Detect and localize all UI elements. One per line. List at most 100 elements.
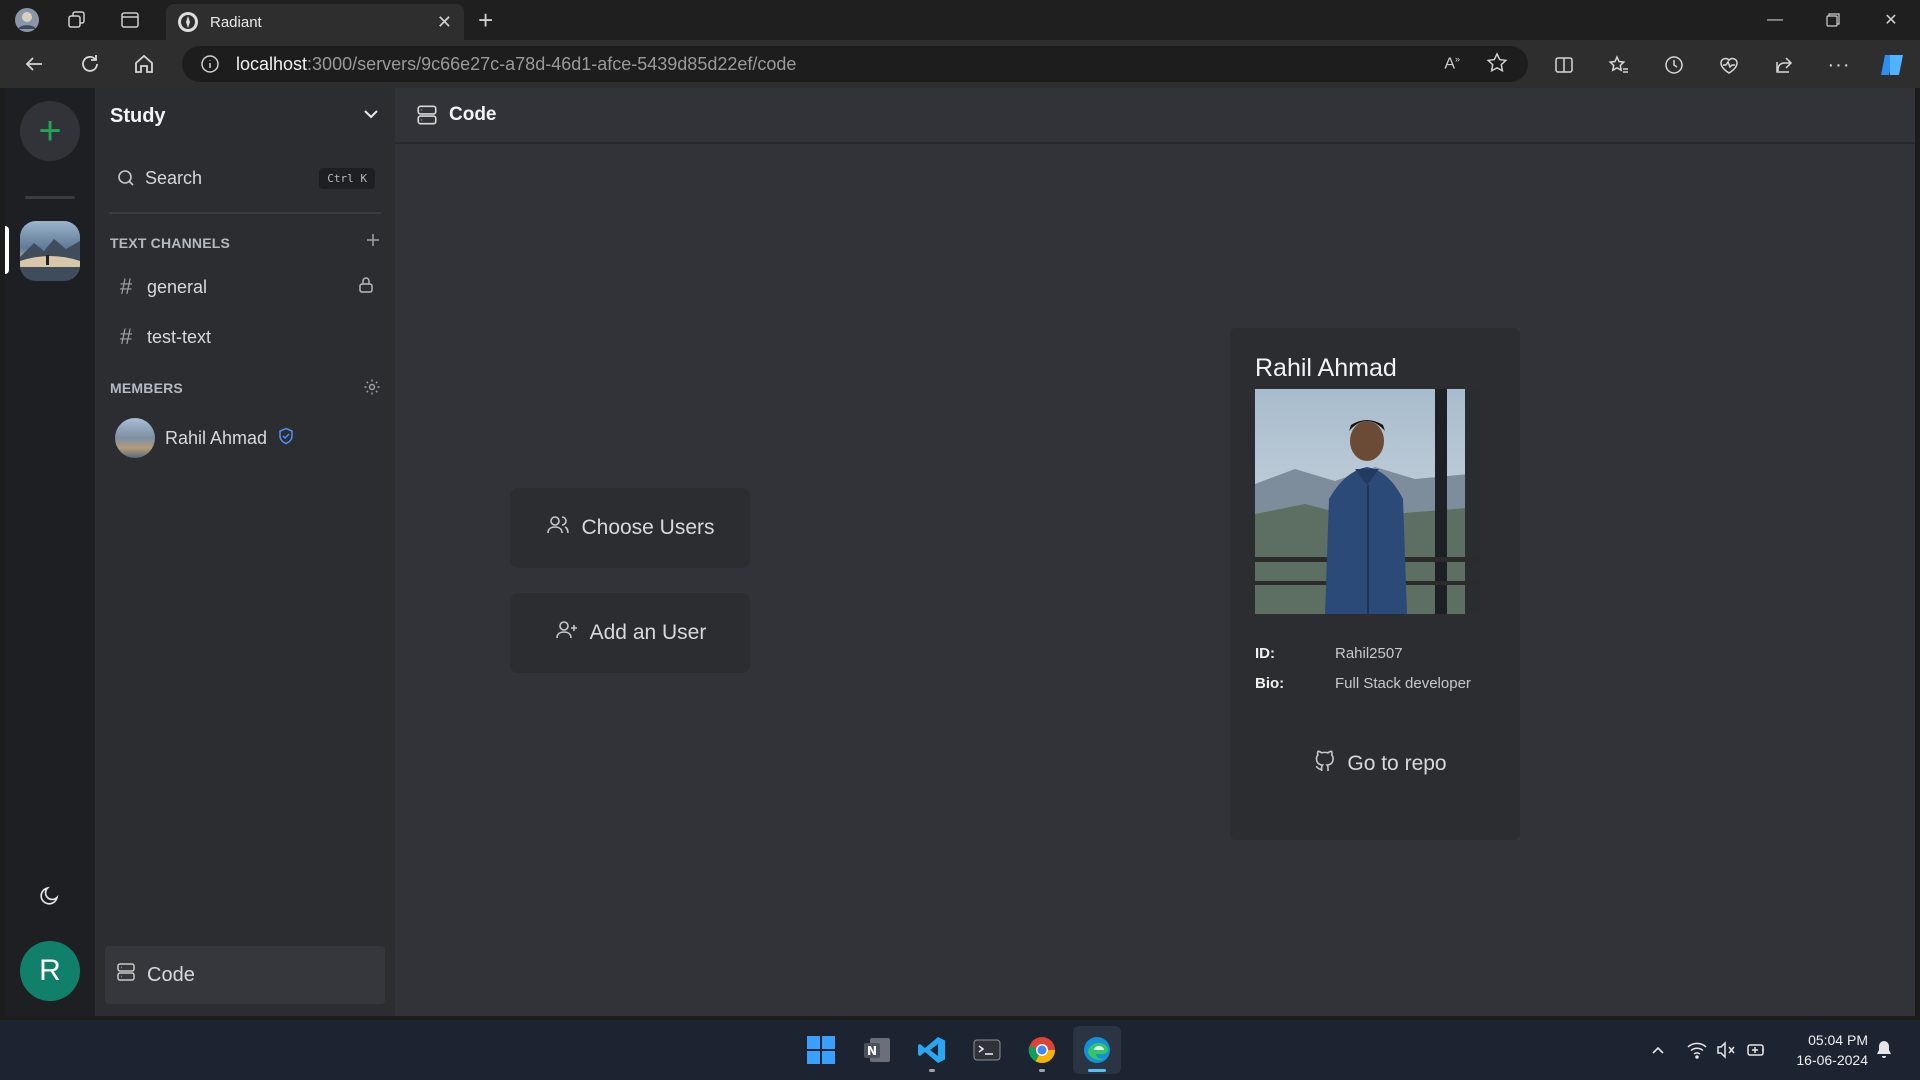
home-icon[interactable]: [128, 50, 160, 78]
server-rack-icon: [415, 103, 439, 127]
profile-id-label: ID:: [1255, 645, 1275, 662]
restore-icon[interactable]: [1810, 6, 1856, 34]
history-icon[interactable]: [1660, 52, 1688, 78]
back-arrow-icon[interactable]: [18, 50, 50, 78]
terminal-icon[interactable]: [963, 1026, 1011, 1074]
main-content: Code Choose Users Add an User Rahil Ahma…: [395, 88, 1915, 1016]
add-user-button[interactable]: Add an User: [510, 593, 750, 673]
channel-title: Code: [449, 104, 497, 125]
plus-icon: +: [38, 108, 62, 153]
favorite-star-icon[interactable]: [1486, 52, 1508, 79]
workspaces-icon[interactable]: [62, 6, 92, 34]
vertical-tabs-icon[interactable]: [115, 6, 145, 34]
browser-tab-bar: Radiant ✕ + — ✕: [0, 0, 1920, 40]
member-avatar: [115, 418, 155, 458]
new-tab-button[interactable]: +: [478, 6, 493, 34]
site-info-icon[interactable]: [200, 54, 220, 74]
active-browser-tab[interactable]: Radiant ✕: [166, 4, 464, 40]
go-to-repo-button[interactable]: Go to repo: [1290, 742, 1470, 786]
url-host: localhost: [236, 53, 308, 74]
speaker-muted-icon[interactable]: [1714, 1038, 1738, 1062]
tab-close-icon[interactable]: ✕: [437, 12, 452, 33]
active-indicator: [1088, 1069, 1106, 1072]
server-icon-study[interactable]: [20, 221, 80, 281]
hash-icon: #: [119, 274, 133, 299]
lock-icon: [357, 276, 375, 299]
system-clock[interactable]: 05:04 PM 16-06-2024: [1796, 1030, 1868, 1070]
minimize-icon[interactable]: —: [1752, 6, 1798, 34]
server-rail: + R: [5, 88, 95, 1016]
read-aloud-icon[interactable]: A»: [1444, 54, 1460, 73]
profile-id-row: ID: Rahil2507: [1255, 645, 1403, 662]
profile-card: Rahil Ahmad ID: Rahil2507 Bio: Full Stac…: [1230, 328, 1520, 840]
add-user-label: Add an User: [589, 621, 707, 644]
server-header[interactable]: Study: [95, 88, 395, 144]
more-menu-icon[interactable]: ···: [1825, 52, 1853, 78]
copilot-icon[interactable]: [1878, 52, 1906, 78]
svg-text:N: N: [867, 1044, 877, 1058]
server-rack-icon: [115, 961, 137, 989]
shield-check-icon: [277, 427, 295, 450]
search-shortcut: Ctrl K: [319, 167, 375, 189]
channel-item-general[interactable]: # general: [105, 266, 387, 308]
split-screen-icon[interactable]: [1550, 52, 1578, 78]
chevron-up-icon[interactable]: [1646, 1038, 1670, 1062]
share-icon[interactable]: [1770, 52, 1798, 78]
refresh-icon[interactable]: [74, 50, 106, 78]
profile-avatar-icon[interactable]: [12, 6, 42, 34]
chevron-down-icon: [362, 105, 380, 128]
favorites-icon[interactable]: [1605, 52, 1633, 78]
choose-users-button[interactable]: Choose Users: [510, 488, 750, 568]
add-channel-plus-icon[interactable]: [365, 232, 381, 253]
chrome-icon[interactable]: [1018, 1026, 1066, 1074]
active-server-indicator: [5, 226, 9, 274]
tab-title: Radiant: [210, 13, 262, 31]
profile-photo: [1255, 389, 1480, 614]
theme-toggle-moon-icon[interactable]: [35, 880, 65, 910]
onenote-icon[interactable]: N: [853, 1026, 901, 1074]
windows-taskbar: N 05:04 PM 16-06-2024: [0, 1020, 1920, 1080]
running-indicator: [1039, 1069, 1045, 1072]
channel-item-test-text[interactable]: # test-text: [105, 316, 387, 358]
address-bar[interactable]: localhost:3000/servers/9c66e27c-a78d-46d…: [182, 46, 1528, 82]
radiant-favicon-icon: [178, 12, 198, 32]
edge-icon[interactable]: [1073, 1026, 1121, 1074]
app-window: + R Study Search Ctrl K TEXT CHANNELS # …: [5, 88, 1915, 1016]
server-name: Study: [110, 104, 166, 127]
notification-bell-icon[interactable]: [1872, 1038, 1896, 1062]
vscode-icon[interactable]: [908, 1026, 956, 1074]
add-server-button[interactable]: +: [20, 101, 80, 161]
user-avatar[interactable]: R: [20, 941, 80, 1001]
member-name: Rahil Ahmad: [165, 427, 268, 448]
go-to-repo-label: Go to repo: [1347, 752, 1447, 775]
battery-sync-icon[interactable]: [1745, 1038, 1769, 1062]
windows-start-icon[interactable]: [797, 1026, 845, 1074]
user-plus-icon: [554, 617, 580, 649]
window-close-icon[interactable]: ✕: [1868, 6, 1914, 34]
channel-sidebar: Study Search Ctrl K TEXT CHANNELS # gene…: [95, 88, 395, 1016]
search-label: Search: [145, 167, 203, 188]
sidebar-divider: [109, 212, 381, 214]
running-indicator: [929, 1069, 935, 1072]
profile-bio-row: Bio: Full Stack developer: [1255, 675, 1471, 692]
bottom-channel-code[interactable]: Code: [105, 946, 385, 1004]
manage-members-gear-icon[interactable]: [363, 378, 381, 401]
channel-name: general: [147, 276, 208, 297]
users-icon: [545, 512, 571, 544]
github-icon: [1313, 749, 1337, 779]
channel-header: Code: [395, 88, 1915, 144]
search-icon: [117, 169, 135, 187]
search-button[interactable]: Search Ctrl K: [105, 156, 387, 200]
bottom-channel-label: Code: [147, 963, 195, 986]
hash-icon: #: [119, 324, 133, 349]
members-heading: MEMBERS: [110, 380, 183, 396]
url-path: :3000/servers/9c66e27c-a78d-46d1-afce-54…: [307, 53, 797, 74]
profile-id-value: Rahil2507: [1335, 645, 1403, 662]
wifi-icon[interactable]: [1685, 1038, 1709, 1062]
browser-toolbar: localhost:3000/servers/9c66e27c-a78d-46d…: [0, 40, 1920, 88]
clock-time: 05:04 PM: [1808, 1032, 1868, 1048]
browser-essentials-icon[interactable]: [1715, 52, 1743, 78]
member-item[interactable]: Rahil Ahmad: [110, 416, 385, 460]
profile-name: Rahil Ahmad: [1255, 354, 1397, 382]
choose-users-label: Choose Users: [581, 516, 715, 539]
